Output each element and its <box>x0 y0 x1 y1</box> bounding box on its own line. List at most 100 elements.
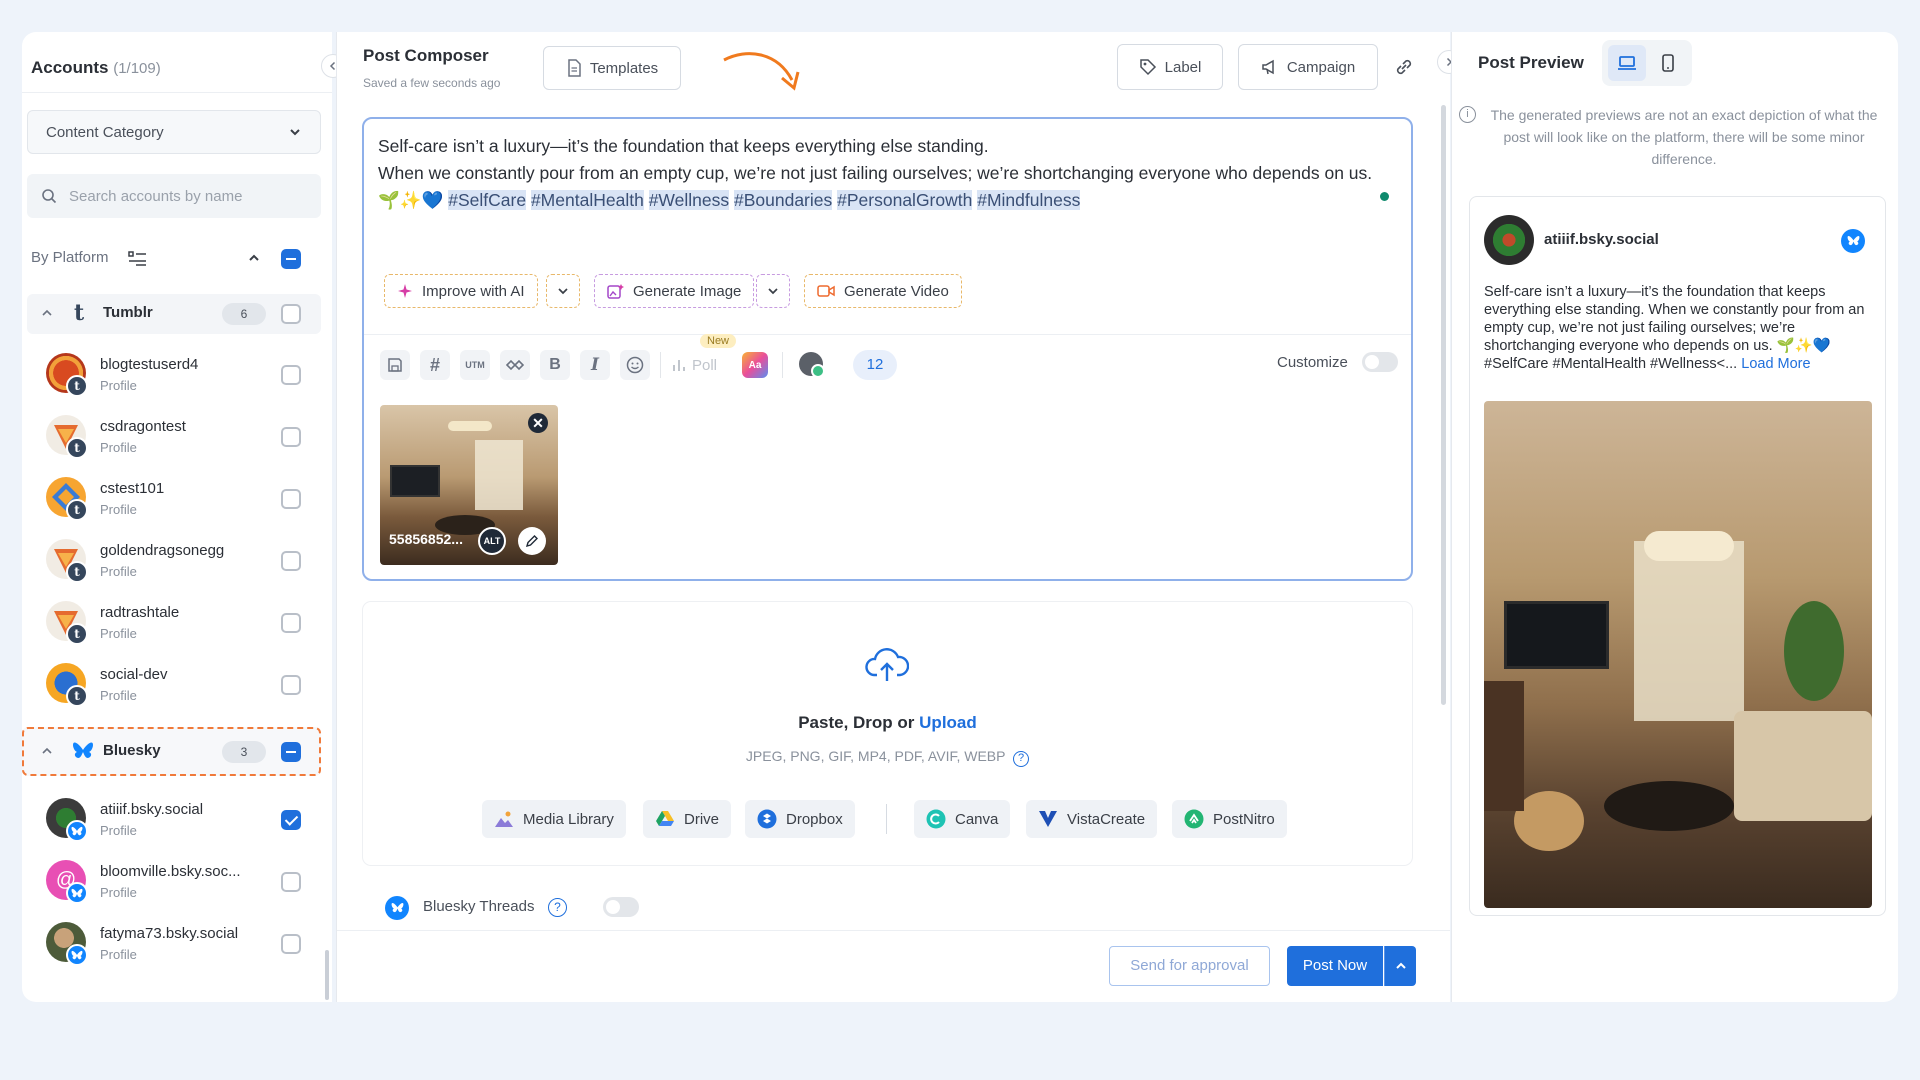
bold-icon[interactable]: B <box>540 350 570 380</box>
laptop-icon <box>1618 56 1636 70</box>
preview-image <box>1484 401 1872 908</box>
pencil-icon <box>525 535 538 548</box>
help-icon[interactable]: ? <box>548 898 567 917</box>
improve-ai-button[interactable]: Improve with AI <box>384 274 538 308</box>
accounts-title: Accounts (1/109) <box>31 58 161 77</box>
chevron-up-icon[interactable] <box>41 745 53 757</box>
alt-text-button[interactable]: ALT <box>478 527 506 555</box>
search-placeholder: Search accounts by name <box>69 187 243 205</box>
label-button[interactable]: Label <box>1117 44 1223 90</box>
upload-link[interactable]: Upload <box>919 713 977 732</box>
dropbox-button[interactable]: Dropbox <box>745 800 855 838</box>
desktop-view-button[interactable] <box>1608 45 1646 81</box>
italic-icon[interactable]: I <box>580 350 610 380</box>
edit-media-button[interactable] <box>518 527 546 555</box>
post-now-button[interactable]: Post Now <box>1287 946 1383 986</box>
media-library-button[interactable]: Media Library <box>482 800 626 838</box>
account-item[interactable]: t cstest101 Profile <box>24 469 324 529</box>
customize-toggle[interactable] <box>1362 352 1398 372</box>
campaign-button[interactable]: Campaign <box>1238 44 1378 90</box>
tumblr-group-header[interactable] <box>27 294 321 334</box>
grammar-check-icon[interactable] <box>799 352 825 378</box>
link-icon[interactable] <box>1393 56 1415 78</box>
bluesky-threads-label: Bluesky Threads <box>423 898 535 915</box>
account-search-input[interactable]: Search accounts by name <box>27 174 321 218</box>
account-item[interactable]: atiiif.bsky.social Profile <box>24 790 324 850</box>
account-checkbox[interactable] <box>281 810 301 830</box>
account-name: blogtestuserd4 <box>100 356 199 373</box>
list-filter-icon[interactable] <box>128 250 148 268</box>
select-all-checkbox[interactable] <box>281 249 301 269</box>
link-shorten-icon[interactable] <box>500 350 530 380</box>
left-scrollbar[interactable] <box>325 950 329 1000</box>
account-checkbox[interactable] <box>281 427 301 447</box>
account-type: Profile <box>100 688 137 703</box>
post-text-line: When we constantly pour from an empty cu… <box>378 163 1373 183</box>
emoji-icon[interactable] <box>620 350 650 380</box>
bluesky-group-header[interactable] <box>22 727 321 776</box>
media-filename: 55856852... <box>389 531 463 547</box>
canva-button[interactable]: Canva <box>914 800 1011 838</box>
account-checkbox[interactable] <box>281 675 301 695</box>
mobile-view-button[interactable] <box>1650 45 1686 81</box>
account-item[interactable]: @ bloomville.bsky.soc... Profile <box>24 852 324 912</box>
video-icon <box>817 285 835 297</box>
search-icon <box>42 189 57 204</box>
bluesky-threads-toggle[interactable] <box>603 897 639 917</box>
postnitro-button[interactable]: PostNitro <box>1172 800 1287 838</box>
preview-text: Self-care isn’t a luxury—it’s the founda… <box>1484 283 1872 373</box>
avatar <box>1484 215 1534 265</box>
grammar-status-dot <box>1380 192 1389 201</box>
poll-icon <box>673 360 685 371</box>
ai-assistant-icon[interactable]: Aa <box>742 352 768 378</box>
account-checkbox[interactable] <box>281 872 301 892</box>
drive-button[interactable]: Drive <box>643 800 732 838</box>
account-checkbox[interactable] <box>281 489 301 509</box>
generate-image-dropdown[interactable] <box>756 274 790 308</box>
chevron-up-icon[interactable] <box>41 307 53 319</box>
chevron-up-icon[interactable] <box>247 251 261 265</box>
cloud-upload-icon <box>865 648 909 681</box>
tumblr-badge-icon: t <box>66 623 88 645</box>
generate-video-button[interactable]: Generate Video <box>804 274 962 308</box>
divider <box>336 32 337 1002</box>
post-text[interactable]: Self-care isn’t a luxury—it’s the founda… <box>378 133 1388 214</box>
tumblr-group-checkbox[interactable] <box>281 304 301 324</box>
account-checkbox[interactable] <box>281 551 301 571</box>
customize-label: Customize <box>1277 354 1348 371</box>
utm-icon[interactable]: UTM <box>460 350 490 380</box>
send-for-approval-button[interactable]: Send for approval <box>1109 946 1270 986</box>
divider <box>337 930 1450 931</box>
post-options-button[interactable] <box>1384 946 1416 986</box>
vistacreate-button[interactable]: VistaCreate <box>1026 800 1158 838</box>
bluesky-group-checkbox[interactable] <box>281 742 301 762</box>
hashtag-icon[interactable]: # <box>420 350 450 380</box>
account-name: csdragontest <box>100 418 186 435</box>
account-checkbox[interactable] <box>281 934 301 954</box>
save-icon[interactable] <box>380 350 410 380</box>
account-type: Profile <box>100 823 137 838</box>
generate-video-label: Generate Video <box>844 282 949 300</box>
account-checkbox[interactable] <box>281 365 301 385</box>
account-item[interactable]: fatyma73.bsky.social Profile <box>24 914 324 974</box>
help-icon[interactable]: ? <box>1013 751 1030 767</box>
content-category-select[interactable]: Content Category <box>27 110 321 154</box>
bluesky-icon <box>1841 229 1865 253</box>
templates-button[interactable]: Templates <box>543 46 681 90</box>
chevron-up-icon <box>1395 962 1406 969</box>
image-sparkle-icon <box>607 283 624 299</box>
composer-scrollbar[interactable] <box>1441 105 1446 705</box>
account-item[interactable]: t radtrashtale Profile <box>24 593 324 653</box>
load-more-link[interactable]: Load More <box>1741 356 1810 372</box>
megaphone-icon <box>1262 59 1274 75</box>
account-item[interactable]: t social-dev Profile <box>24 655 324 715</box>
improve-ai-dropdown[interactable] <box>546 274 580 308</box>
remove-media-button[interactable]: ✕ <box>528 413 548 433</box>
account-item[interactable]: t csdragontest Profile <box>24 407 324 467</box>
account-item[interactable]: t blogtestuserd4 Profile <box>24 345 324 405</box>
account-item[interactable]: t goldendragsonegg Profile <box>24 531 324 591</box>
poll-button[interactable]: Poll <box>672 350 717 380</box>
generate-image-button[interactable]: Generate Image <box>594 274 755 308</box>
account-checkbox[interactable] <box>281 613 301 633</box>
hashtag: #Boundaries <box>733 190 833 210</box>
